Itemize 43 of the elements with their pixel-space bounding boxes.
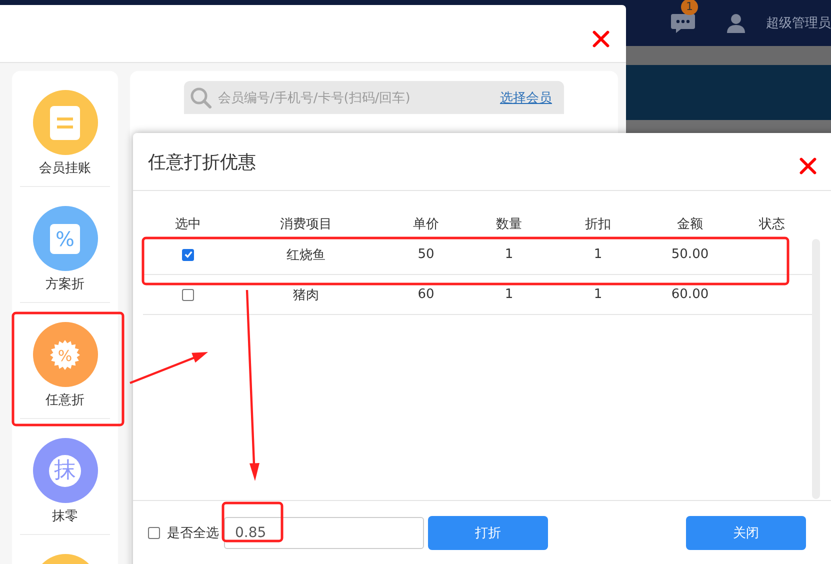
percent-icon: % (50, 224, 80, 254)
column-header: 选中 (174, 216, 202, 233)
document-icon (50, 106, 80, 140)
column-header: 单价 (412, 216, 440, 233)
user-name[interactable]: 超级管理员 (766, 14, 831, 32)
table-cell-text: 60.00 (670, 287, 710, 302)
table-cell-text: 60 (416, 287, 436, 302)
row-checkbox[interactable] (182, 248, 194, 260)
table-cell-text: 50 (416, 247, 436, 262)
discount-badge-icon: % (49, 338, 81, 370)
table-cell-text: 50.00 (670, 247, 710, 262)
table-cell-text: 红烧鱼 (286, 246, 326, 264)
table-cell-text: 1 (592, 287, 604, 302)
column-header: 折扣 (584, 216, 612, 233)
sidebar-item[interactable]: 抹 抹零 (20, 419, 110, 535)
discount-input-field[interactable]: 0.85 (224, 517, 424, 549)
glyph-icon: 抹 (49, 454, 81, 486)
column-header: 数量 (495, 216, 523, 233)
scrollbar[interactable] (812, 239, 820, 499)
close-icon[interactable] (799, 156, 817, 174)
table-cell-text: 猪肉 (292, 286, 320, 304)
table-cell-text: 1 (504, 287, 514, 302)
select-all-label: 是否全选 (167, 525, 219, 542)
sidebar-item[interactable]: % 任意折 (20, 303, 110, 419)
select-member-link[interactable]: 选择会员 (500, 88, 552, 106)
search-icon (190, 86, 212, 108)
table-cell-text: 1 (592, 247, 604, 262)
annotation-box (222, 502, 284, 542)
user-icon[interactable] (726, 13, 746, 33)
member-search-field[interactable]: 会员编号/手机号/卡号(扫码/回车) 选择会员 (184, 81, 564, 114)
search-placeholder: 会员编号/手机号/卡号(扫码/回车) (218, 90, 412, 106)
message-badge: 1 (681, 0, 698, 15)
column-header: 金额 (676, 216, 704, 233)
column-header: 状态 (758, 216, 786, 233)
column-header: 消费项目 (279, 216, 333, 233)
table-cell-text: 1 (504, 247, 514, 262)
select-all-checkbox[interactable] (148, 527, 160, 539)
chat-icon[interactable] (670, 12, 696, 34)
dialog-title: 任意打折优惠 (148, 150, 256, 174)
close-icon[interactable] (592, 30, 610, 48)
row-checkbox[interactable] (182, 288, 194, 300)
sidebar-item[interactable]: 会员挂账 (20, 71, 110, 187)
sidebar-item[interactable]: % 方案折 (20, 187, 110, 303)
